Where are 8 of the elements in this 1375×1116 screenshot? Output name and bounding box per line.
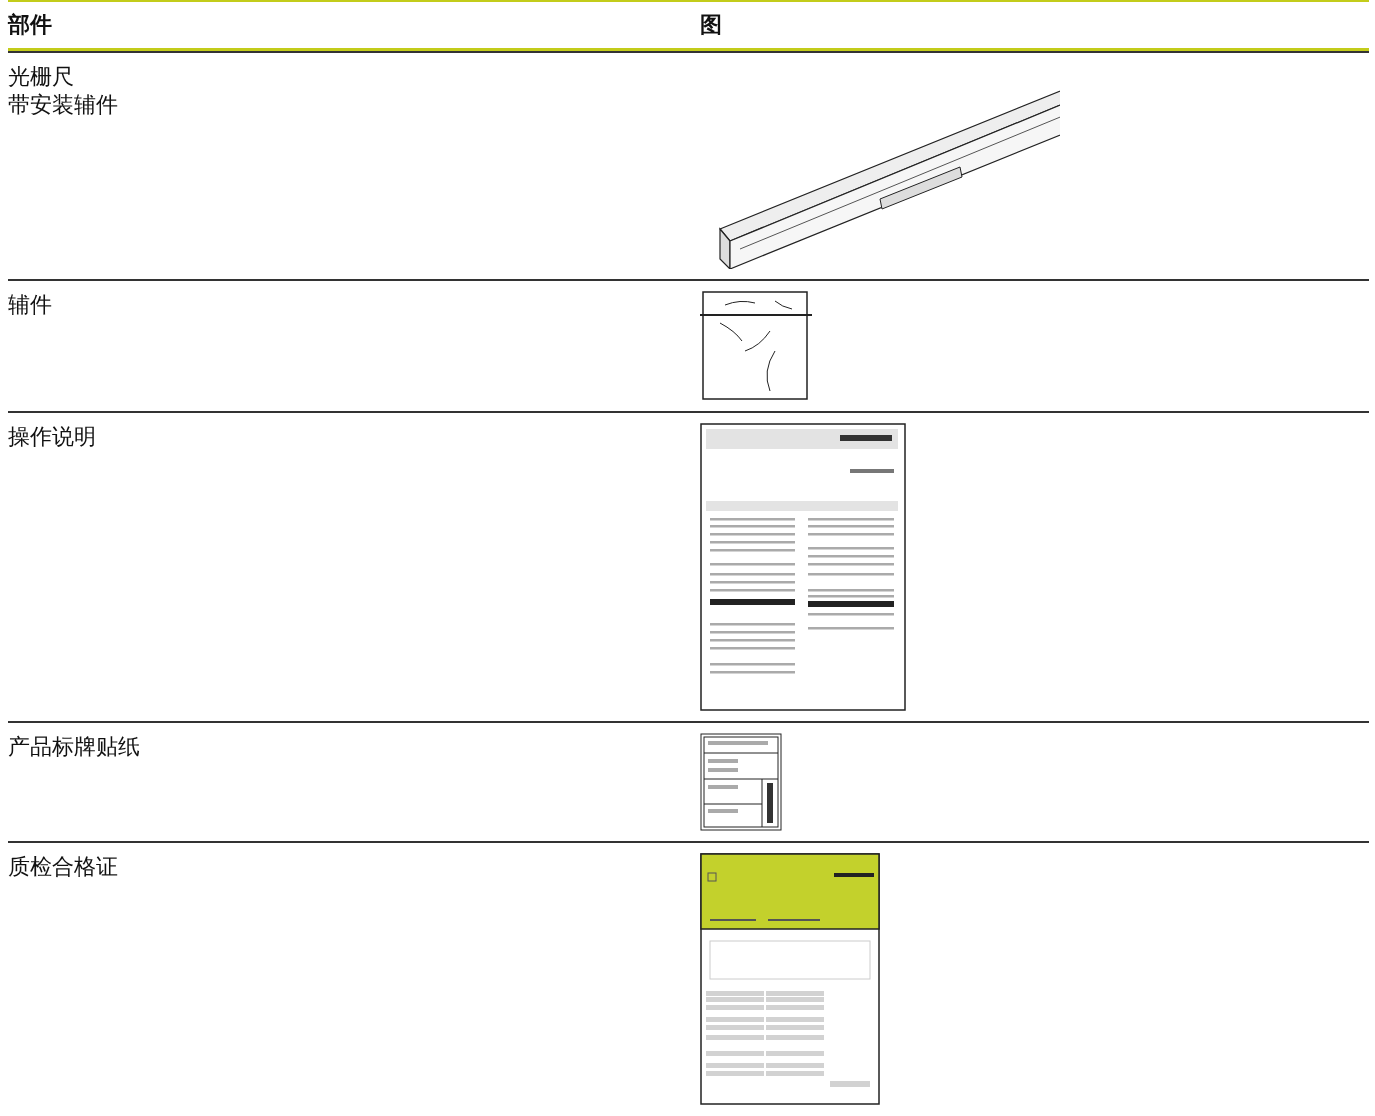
part-name: 光栅尺: [8, 63, 74, 91]
part-name: 质检合格证: [8, 853, 118, 881]
column-header: 图: [700, 11, 722, 39]
part-name: 产品标牌贴纸: [8, 733, 140, 761]
column-header: 部件: [8, 11, 52, 39]
part-name: 辅件: [8, 291, 52, 319]
part-name: 带安装辅件: [8, 91, 118, 119]
part-name: 操作说明: [8, 423, 96, 451]
